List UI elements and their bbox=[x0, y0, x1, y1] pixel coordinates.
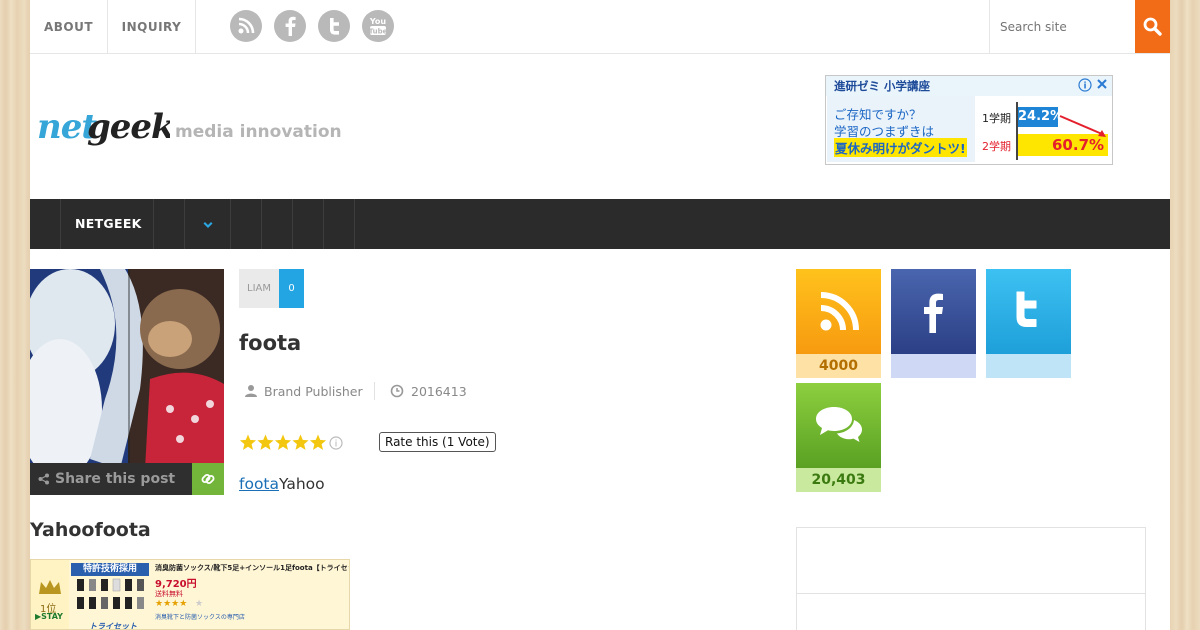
rating-star[interactable] bbox=[257, 434, 274, 450]
socks-image bbox=[77, 578, 144, 609]
svg-text:★★★★: ★★★★ bbox=[155, 599, 187, 608]
post-excerpt: footaYahoo bbox=[239, 475, 325, 493]
ad-arrow-icon bbox=[1059, 115, 1106, 137]
permalink-button[interactable] bbox=[192, 463, 224, 495]
top-bar: ABOUT INQUIRY You Tube bbox=[30, 0, 1170, 54]
product-image[interactable]: 1位 ▶STAY 特許技術採用 トライセット 消臭防菌ソックス/靴下5足+インソ… bbox=[30, 559, 350, 630]
rating-star[interactable] bbox=[309, 434, 327, 450]
user-icon bbox=[245, 385, 257, 397]
link-icon bbox=[201, 474, 215, 484]
product-title[interactable]: 消臭防菌ソックス/靴下5足+インソール1足foota【トライセット】 bbox=[155, 563, 349, 573]
rating-star[interactable] bbox=[274, 434, 292, 450]
meta-divider bbox=[374, 382, 375, 400]
twitter-icon bbox=[1016, 291, 1037, 327]
svg-text:i: i bbox=[1083, 82, 1086, 92]
article-thumbnail[interactable] bbox=[30, 269, 224, 495]
nav-spacer bbox=[30, 199, 61, 249]
crown-icon bbox=[39, 580, 61, 594]
ad-banner[interactable]: 進研ゼミ 小学講座 i ご存知ですか？ 学習のつまずきは 夏休み明けがダントツ!… bbox=[825, 75, 1113, 165]
product-shop-note: 消臭靴下と防菌ソックスの専門店 bbox=[155, 614, 245, 621]
post-title[interactable]: foota bbox=[239, 331, 301, 355]
search-input[interactable] bbox=[989, 0, 1135, 53]
twitter-tile[interactable] bbox=[986, 269, 1071, 354]
nav-item-empty-4[interactable] bbox=[293, 199, 324, 249]
rating-info-icon: i bbox=[329, 436, 343, 450]
author-badge[interactable]: LIAM bbox=[239, 269, 279, 308]
nav-item-netgeek[interactable]: NETGEEK bbox=[61, 199, 154, 249]
page: ABOUT INQUIRY You Tube net geek media inn… bbox=[30, 0, 1170, 630]
star-rating[interactable]: i bbox=[239, 434, 349, 456]
twitter-icon[interactable] bbox=[318, 10, 350, 42]
excerpt-text: Yahoo bbox=[279, 475, 325, 493]
nav-item-empty-1[interactable] bbox=[154, 199, 185, 249]
rating-star[interactable] bbox=[239, 434, 257, 450]
svg-text:★: ★ bbox=[195, 599, 203, 608]
widget-divider bbox=[796, 593, 1146, 594]
product-stars: ★★★★ ★ bbox=[155, 599, 203, 608]
search-icon bbox=[1143, 17, 1162, 36]
ad-value-1: 24.2% bbox=[1018, 107, 1063, 127]
rating-tooltip: Rate this (1 Vote) bbox=[379, 432, 496, 452]
product-set-label: トライセット bbox=[89, 622, 137, 630]
about-link[interactable]: ABOUT bbox=[30, 0, 108, 54]
ad-choices-icon[interactable]: i bbox=[1078, 78, 1110, 94]
product-badge: 特許技術採用 bbox=[71, 563, 149, 576]
rss-count: 4000 bbox=[796, 354, 881, 378]
product-price: 9,720円 bbox=[155, 579, 197, 590]
rating-star[interactable] bbox=[292, 434, 309, 450]
product-rank-tag: ▶STAY bbox=[35, 612, 63, 621]
nav-item-empty-2[interactable] bbox=[231, 199, 262, 249]
facebook-icon[interactable] bbox=[274, 10, 306, 42]
share-bar[interactable]: Share this post bbox=[30, 463, 192, 495]
youtube-icon[interactable]: You Tube bbox=[362, 10, 394, 42]
ad-term-1: 1学期 bbox=[982, 112, 1011, 125]
svg-text:geek: geek bbox=[87, 107, 170, 147]
site-logo[interactable]: net geek bbox=[35, 98, 175, 158]
search-button[interactable] bbox=[1135, 0, 1170, 53]
chevron-down-icon bbox=[203, 222, 213, 228]
ad-heading: 進研ゼミ 小学講座 bbox=[826, 76, 1112, 96]
ad-line-3: 夏休み明けがダントツ! bbox=[834, 138, 967, 157]
facebook-tile[interactable] bbox=[891, 269, 976, 354]
rss-icon[interactable] bbox=[230, 10, 262, 42]
sidebar-widget bbox=[796, 527, 1146, 630]
svg-text:You: You bbox=[369, 17, 387, 26]
post-date: 2016413 bbox=[411, 384, 467, 399]
share-icon bbox=[38, 473, 49, 485]
rss-subscribe-tile[interactable] bbox=[796, 269, 881, 354]
facebook-count bbox=[891, 354, 976, 378]
site-tagline: media innovation bbox=[175, 122, 342, 142]
comments-count: 20,403 bbox=[796, 468, 881, 492]
comments-icon bbox=[816, 407, 862, 442]
svg-text:i: i bbox=[335, 440, 338, 450]
inquiry-link[interactable]: INQUIRY bbox=[108, 0, 196, 54]
post-author[interactable]: Brand Publisher bbox=[264, 384, 363, 399]
excerpt-link[interactable]: foota bbox=[239, 475, 279, 493]
nav-dropdown[interactable] bbox=[185, 199, 231, 249]
svg-text:Tube: Tube bbox=[369, 28, 388, 36]
nav-item-empty-5[interactable] bbox=[324, 199, 355, 249]
clock-icon bbox=[390, 384, 404, 398]
facebook-icon bbox=[924, 293, 943, 333]
rss-icon bbox=[820, 292, 859, 331]
twitter-count bbox=[986, 354, 1071, 378]
main-nav: NETGEEK bbox=[30, 199, 1170, 249]
section-title: Yahoofoota bbox=[30, 519, 151, 541]
comments-tile[interactable] bbox=[796, 383, 881, 468]
share-label: Share this post bbox=[55, 471, 176, 487]
ad-term-2: 2学期 bbox=[982, 140, 1011, 153]
nav-item-label: NETGEEK bbox=[75, 216, 142, 231]
nav-item-empty-3[interactable] bbox=[262, 199, 293, 249]
comment-count-badge[interactable]: 0 bbox=[279, 269, 304, 308]
